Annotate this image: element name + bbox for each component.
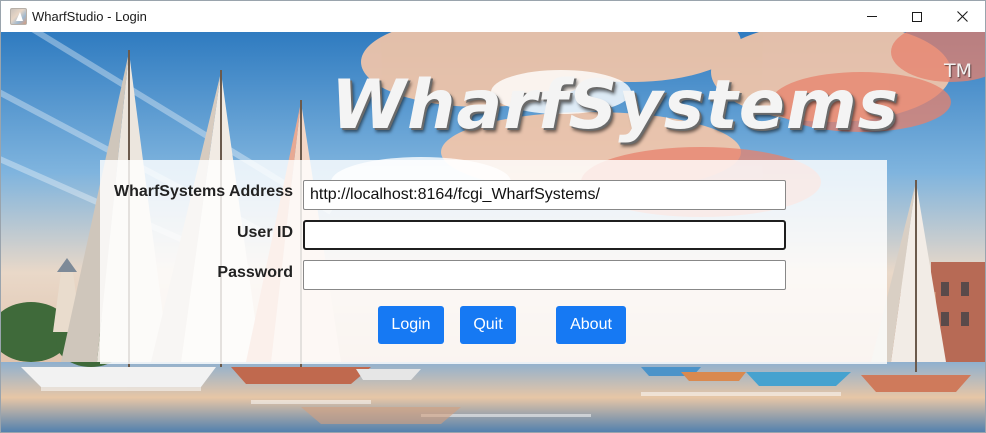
close-button[interactable] [939, 1, 985, 32]
password-field[interactable] [303, 260, 786, 290]
window-title: WharfStudio - Login [32, 9, 147, 24]
user-id-label: User ID [236, 224, 293, 241]
title-bar[interactable]: WharfStudio - Login [1, 1, 985, 32]
trademark-symbol: TM [944, 60, 972, 82]
quit-button[interactable]: Quit [460, 306, 516, 344]
wharfsystems-logo: WharfSystems [331, 66, 900, 145]
password-label: Password [217, 264, 293, 281]
login-form-panel: WharfSystems Address User ID Password Lo… [100, 160, 887, 364]
address-label: WharfSystems Address [113, 183, 293, 200]
maximize-button[interactable] [894, 1, 940, 32]
login-button[interactable]: Login [378, 306, 444, 344]
about-button[interactable]: About [556, 306, 626, 344]
user-id-field[interactable] [303, 220, 786, 250]
address-field[interactable] [303, 180, 786, 210]
maximize-icon [912, 11, 922, 22]
minimize-button[interactable] [849, 1, 895, 32]
app-icon [10, 8, 27, 25]
login-content: WharfSystems TM WharfSystems Address Use… [1, 32, 985, 432]
close-icon [956, 11, 968, 22]
login-window: WharfStudio - Login WharfSystems TM Whar… [0, 0, 986, 433]
minimize-icon [867, 16, 877, 17]
